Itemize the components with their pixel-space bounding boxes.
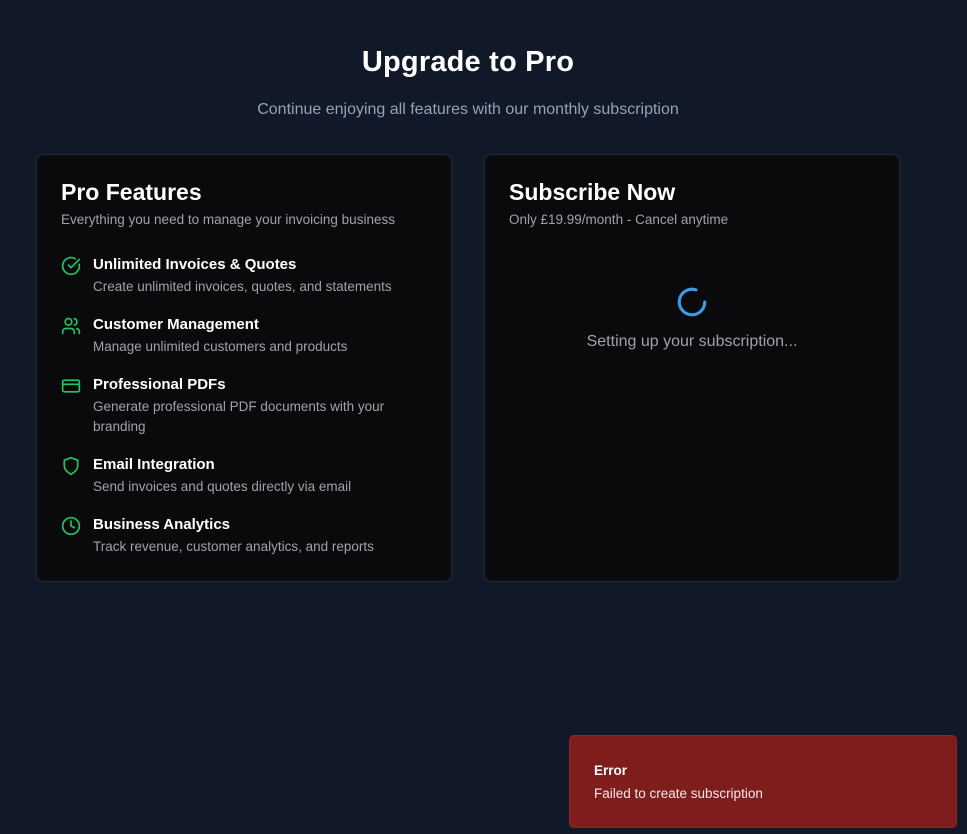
feature-description: Create unlimited invoices, quotes, and s…	[93, 279, 392, 294]
feature-list: Unlimited Invoices & Quotes Create unlim…	[61, 255, 431, 575]
page-title: Upgrade to Pro	[361, 46, 575, 78]
feature-item: Customer Management Manage unlimited cus…	[61, 315, 431, 357]
feature-description: Generate professional PDF documents with…	[93, 399, 385, 434]
feature-item: Professional PDFs Generate professional …	[61, 375, 431, 437]
subscribe-card: Subscribe Now Only £19.99/month - Cancel…	[484, 154, 900, 582]
feature-item: Email Integration Send invoices and quot…	[61, 455, 431, 497]
credit-card-icon	[61, 376, 81, 396]
feature-title: Customer Management	[93, 316, 259, 333]
toast-title: Error	[594, 763, 628, 778]
feature-description: Track revenue, customer analytics, and r…	[93, 539, 374, 554]
shield-icon	[61, 456, 81, 476]
page-subtitle: Continue enjoying all features with our …	[257, 101, 679, 118]
subscribe-card-price: Only £19.99/month - Cancel anytime	[509, 212, 729, 227]
error-toast[interactable]: Error Failed to create subscription	[569, 735, 957, 828]
pro-features-card: Pro Features Everything you need to mana…	[36, 154, 452, 582]
upgrade-page: Upgrade to Pro Continue enjoying all fea…	[0, 0, 967, 834]
features-card-title: Pro Features	[61, 179, 202, 205]
subscribe-card-title: Subscribe Now	[509, 179, 676, 205]
features-card-description: Everything you need to manage your invoi…	[61, 212, 395, 227]
feature-item: Unlimited Invoices & Quotes Create unlim…	[61, 255, 431, 297]
feature-description: Send invoices and quotes directly via em…	[93, 479, 352, 494]
feature-title: Unlimited Invoices & Quotes	[93, 256, 297, 273]
toast-message: Failed to create subscription	[594, 786, 763, 801]
clock-icon	[61, 516, 81, 536]
loading-spinner-icon	[675, 285, 709, 319]
users-icon	[61, 316, 81, 336]
feature-title: Business Analytics	[93, 516, 230, 533]
feature-title: Professional PDFs	[93, 376, 226, 393]
loading-text: Setting up your subscription...	[586, 333, 798, 350]
loading-state: Setting up your subscription...	[485, 285, 899, 351]
feature-item: Business Analytics Track revenue, custom…	[61, 515, 431, 557]
check-circle-icon	[61, 256, 81, 276]
feature-description: Manage unlimited customers and products	[93, 339, 348, 354]
feature-title: Email Integration	[93, 456, 215, 473]
